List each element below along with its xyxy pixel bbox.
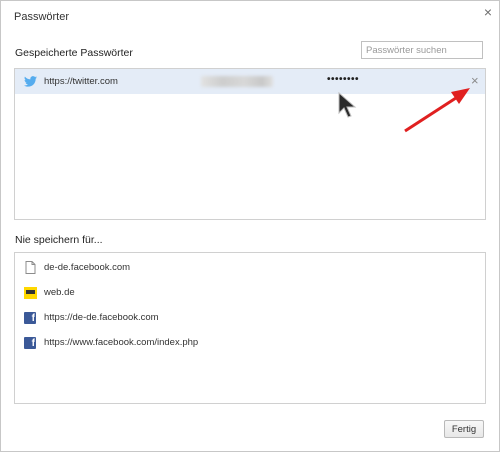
never-save-heading: Nie speichern für... (15, 234, 103, 246)
remove-entry-icon[interactable]: × (471, 74, 479, 87)
twitter-icon (23, 75, 37, 89)
passwords-dialog: Passwörter × Gespeicherte Passwörter htt… (0, 0, 500, 452)
dialog-close-button[interactable]: × (481, 5, 495, 19)
page-icon (23, 261, 37, 275)
masked-password: •••••••• (327, 74, 360, 85)
blurred-username (201, 76, 273, 87)
never-save-site: de-de.facebook.com (44, 262, 131, 273)
list-item[interactable]: de-de.facebook.com (15, 255, 485, 280)
never-save-list: de-de.facebook.com web.de f https://de-d… (14, 252, 486, 404)
list-item[interactable]: web.de (15, 280, 485, 305)
dialog-title: Passwörter (14, 11, 70, 23)
saved-passwords-heading: Gespeicherte Passwörter (15, 47, 133, 59)
never-save-site: https://de-de.facebook.com (44, 312, 159, 323)
never-save-site: https://www.facebook.com/index.php (44, 337, 199, 348)
password-search-input[interactable] (361, 41, 483, 59)
list-item[interactable]: f https://de-de.facebook.com (15, 305, 485, 330)
never-save-site: web.de (44, 287, 75, 298)
saved-site-url: https://twitter.com (44, 76, 118, 87)
list-item[interactable]: f https://www.facebook.com/index.php (15, 330, 485, 355)
webde-icon (23, 286, 37, 300)
saved-passwords-list: https://twitter.com •••••••• × (14, 68, 486, 220)
saved-password-row[interactable]: https://twitter.com •••••••• × (15, 69, 485, 94)
facebook-icon: f (23, 336, 37, 350)
facebook-icon: f (23, 311, 37, 325)
done-button[interactable]: Fertig (444, 420, 484, 438)
